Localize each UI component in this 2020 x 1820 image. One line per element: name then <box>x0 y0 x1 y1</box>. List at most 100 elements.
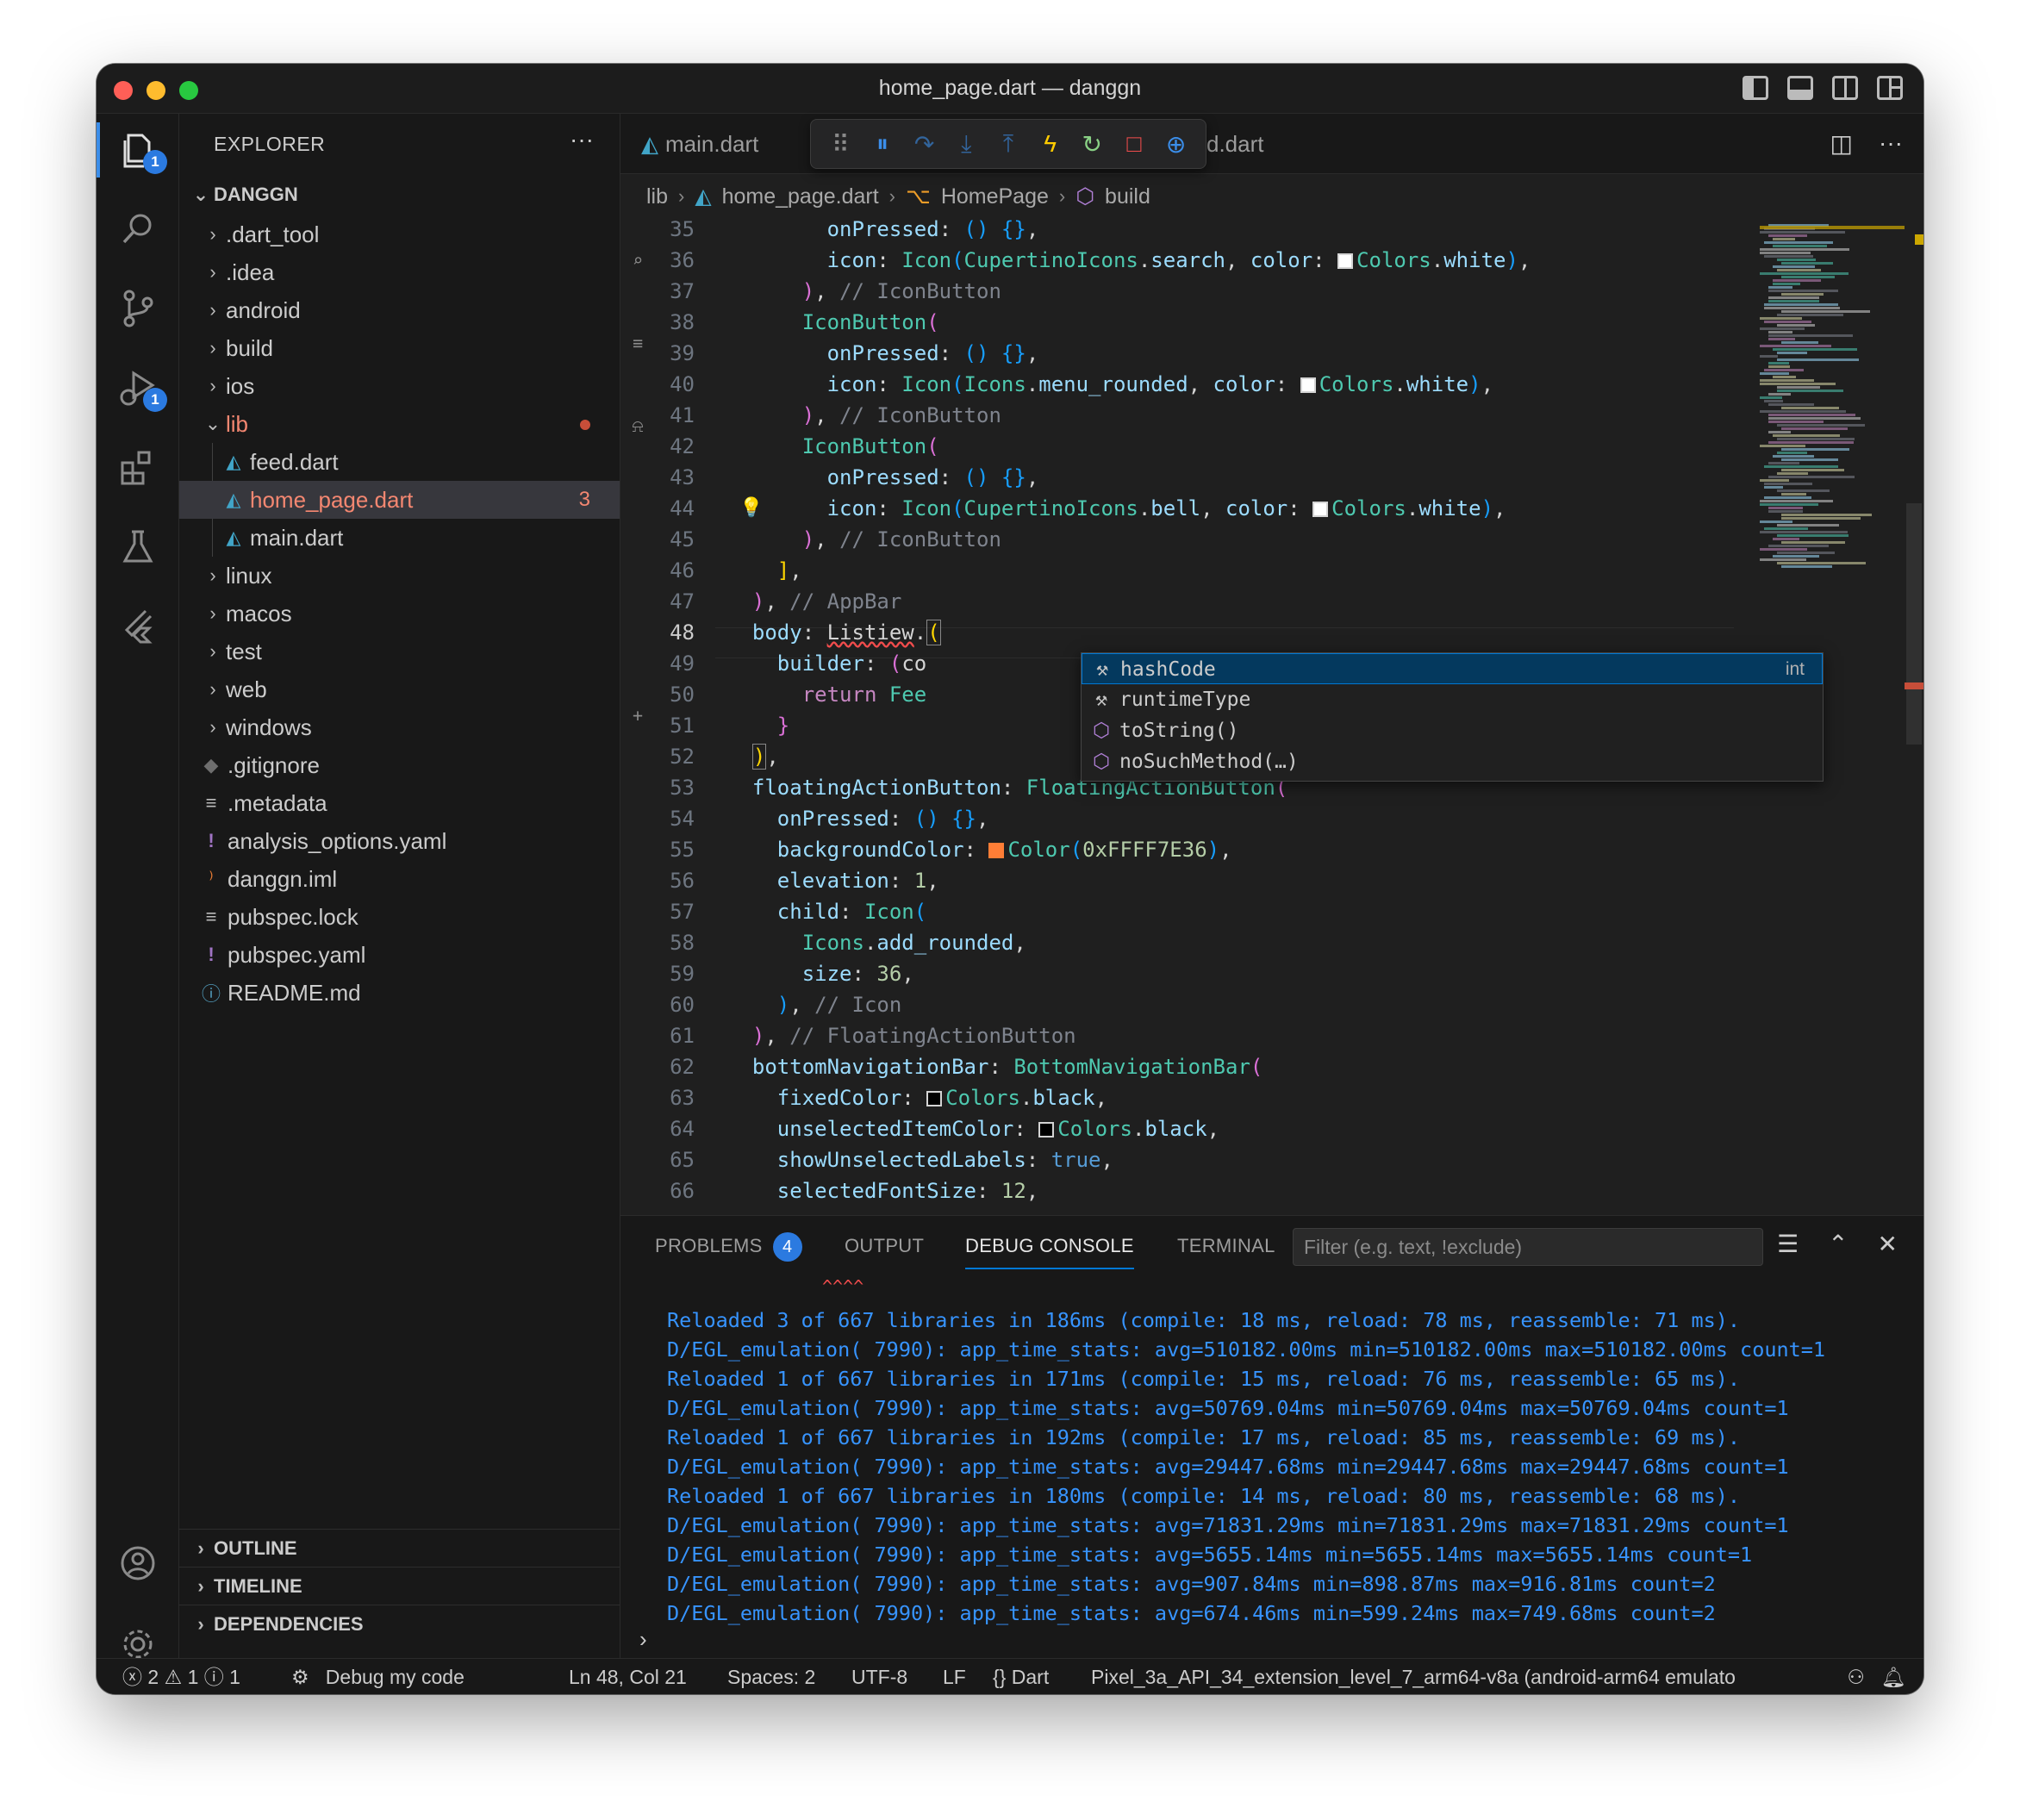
minimap-line <box>1773 348 1857 351</box>
tree-item-test[interactable]: › test <box>179 633 620 670</box>
toggle-panel-icon[interactable] <box>1787 76 1813 100</box>
drag-handle-icon[interactable]: ⠿ <box>823 130 857 159</box>
tree-item-danggn-iml[interactable]: ⁾ danggn.iml <box>179 860 620 898</box>
cursor-position[interactable]: Ln 48, Col 21 <box>569 1659 687 1694</box>
activity-run-debug[interactable]: 1 <box>97 352 179 424</box>
minimap-viewport[interactable] <box>1760 226 1905 229</box>
line-number: 57 <box>670 900 695 924</box>
activity-testing[interactable] <box>97 510 179 583</box>
code-editor[interactable]: 35 36 37 38 39 40 41 42 43 44 45 46 47 48 49 50 51 52 53 54… <box>620 217 1923 1215</box>
tab-main-dart[interactable]: ◭ main.dart <box>620 114 779 174</box>
restart-icon[interactable]: ↻ <box>1075 130 1109 159</box>
tree-item-gitignore[interactable]: ◆ .gitignore <box>179 746 620 784</box>
console-filter-input[interactable]: Filter (e.g. text, !exclude) <box>1293 1228 1763 1266</box>
activity-explorer[interactable]: 1 <box>97 114 179 186</box>
eol-status[interactable]: LF <box>943 1659 966 1694</box>
tree-item-idea[interactable]: › .idea <box>179 253 620 291</box>
debug-config-status[interactable]: ⚙ Debug my code <box>291 1659 464 1694</box>
activity-accounts[interactable] <box>97 1527 179 1599</box>
tree-item-android[interactable]: › android <box>179 291 620 329</box>
tree-item-macos[interactable]: › macos <box>179 595 620 633</box>
toggle-secondary-sidebar-icon[interactable] <box>1832 76 1858 100</box>
problems-status[interactable]: ⓧ 2 ⚠ 1 ⓘ 1 <box>122 1659 240 1694</box>
toggle-primary-sidebar-icon[interactable] <box>1743 76 1768 100</box>
stop-icon[interactable]: □ <box>1117 130 1151 158</box>
breadcrumb-method[interactable]: build <box>1105 184 1150 209</box>
customize-layout-icon[interactable] <box>1877 76 1903 100</box>
color-swatch[interactable] <box>926 1091 943 1106</box>
color-swatch[interactable] <box>1038 1122 1055 1138</box>
breadcrumb-class[interactable]: HomePage <box>941 184 1049 209</box>
outline-section[interactable]: › OUTLINE <box>179 1529 620 1567</box>
close-panel-icon[interactable]: ✕ <box>1878 1230 1898 1258</box>
editor-scrollbar[interactable] <box>1905 219 1923 1215</box>
tree-item-metadata[interactable]: ≡ .metadata <box>179 784 620 822</box>
chevron-right-icon: › <box>209 299 216 321</box>
explorer-more-actions[interactable]: ··· <box>570 126 594 153</box>
more-actions-icon[interactable]: ··· <box>1879 129 1903 158</box>
tab-terminal[interactable]: TERMINAL <box>1177 1216 1275 1276</box>
tree-item-readme[interactable]: ⓘ README.md <box>179 974 620 1012</box>
suggestion-item[interactable]: ⬡ noSuchMethod(…) <box>1082 746 1823 777</box>
activity-flutter[interactable] <box>97 589 179 662</box>
tab-output[interactable]: OUTPUT <box>845 1216 924 1276</box>
tree-item-lib[interactable]: ⌄ lib <box>179 405 620 443</box>
tab-problems[interactable]: PROBLEMS 4 <box>655 1216 802 1276</box>
tree-item-main-dart[interactable]: ◭ main.dart <box>179 519 620 557</box>
device-status[interactable]: Pixel_3a_API_34_extension_level_7_arm64-… <box>1091 1659 1806 1694</box>
line-number: 43 <box>670 465 695 489</box>
activity-search[interactable] <box>97 193 179 265</box>
maximize-panel-icon[interactable]: ⌃ <box>1828 1230 1848 1258</box>
workspace-root[interactable]: ⌄ DANGGN <box>188 178 298 212</box>
tree-item-pubspec-lock[interactable]: ≡ pubspec.lock <box>179 898 620 936</box>
step-into-icon[interactable]: ⤓ <box>949 130 983 159</box>
accounts-status-icon[interactable]: ⚇ <box>1847 1659 1865 1694</box>
tree-item-analysis-options[interactable]: ! analysis_options.yaml <box>179 822 620 860</box>
suggestion-item[interactable]: ⚒ hashCode int <box>1082 653 1823 684</box>
breadcrumb-file[interactable]: home_page.dart <box>722 184 879 209</box>
tree-item-feed-dart[interactable]: ◭ feed.dart <box>179 443 620 481</box>
tree-item-label: macos <box>226 600 292 626</box>
suggestion-item[interactable]: ⚒ runtimeType <box>1082 684 1823 715</box>
tree-item-web[interactable]: › web <box>179 670 620 708</box>
hot-reload-icon[interactable]: ϟ <box>1033 130 1068 158</box>
indentation-status[interactable]: Spaces: 2 <box>727 1659 815 1694</box>
step-out-icon[interactable]: ⤒ <box>991 130 1026 159</box>
tree-item-home-page-dart[interactable]: ◭ home_page.dart 3 <box>179 481 620 519</box>
tree-item-windows[interactable]: › windows <box>179 708 620 746</box>
color-swatch[interactable] <box>1337 253 1354 269</box>
tree-item-dart-tool[interactable]: › .dart_tool <box>179 215 620 253</box>
timeline-section[interactable]: › TIMELINE <box>179 1567 620 1605</box>
debug-toolbar: ⠿ ⏸ ↷ ⤓ ⤒ ϟ ↻ □ ⊕ <box>810 119 1206 169</box>
rss-file-icon: ⁾ <box>209 868 214 889</box>
tree-item-linux[interactable]: › linux <box>179 557 620 595</box>
encoding-status[interactable]: UTF-8 <box>851 1659 907 1694</box>
notifications-bell-icon[interactable]: 🔔︎ <box>1881 1659 1906 1694</box>
pause-icon[interactable]: ⏸ <box>865 130 900 159</box>
suggestion-item[interactable]: ⬡ toString() <box>1082 715 1823 746</box>
devtools-icon[interactable]: ⊕ <box>1159 130 1194 159</box>
minimap-line <box>1764 307 1840 309</box>
language-status[interactable]: {} Dart <box>993 1659 1049 1694</box>
color-swatch[interactable] <box>1312 502 1329 517</box>
tree-item-build[interactable]: › build <box>179 329 620 367</box>
color-swatch[interactable] <box>988 843 1005 858</box>
activity-extensions[interactable] <box>97 431 179 503</box>
minimap-line <box>1768 296 1819 299</box>
minimap-line <box>1764 496 1811 499</box>
scroll-thumb[interactable] <box>1906 503 1922 745</box>
dependencies-section[interactable]: › DEPENDENCIES <box>179 1605 620 1642</box>
tab-debug-console[interactable]: DEBUG CONSOLE <box>965 1216 1134 1269</box>
breadcrumb-lib[interactable]: lib <box>646 184 668 209</box>
tree-item-ios[interactable]: › ios <box>179 367 620 405</box>
tab-home-page-dart[interactable]: d.dart <box>1206 114 1285 174</box>
color-swatch[interactable] <box>1300 377 1316 393</box>
split-editor-icon[interactable]: ◫ <box>1830 129 1853 158</box>
minimap[interactable] <box>1760 219 1905 581</box>
activity-source-control[interactable] <box>97 272 179 345</box>
step-over-icon[interactable]: ↷ <box>907 130 942 159</box>
clear-console-icon[interactable]: ☰ <box>1777 1230 1799 1258</box>
console-prompt-icon[interactable]: › <box>639 1626 647 1653</box>
minimap-line <box>1777 314 1843 316</box>
tree-item-pubspec-yaml[interactable]: ! pubspec.yaml <box>179 936 620 974</box>
